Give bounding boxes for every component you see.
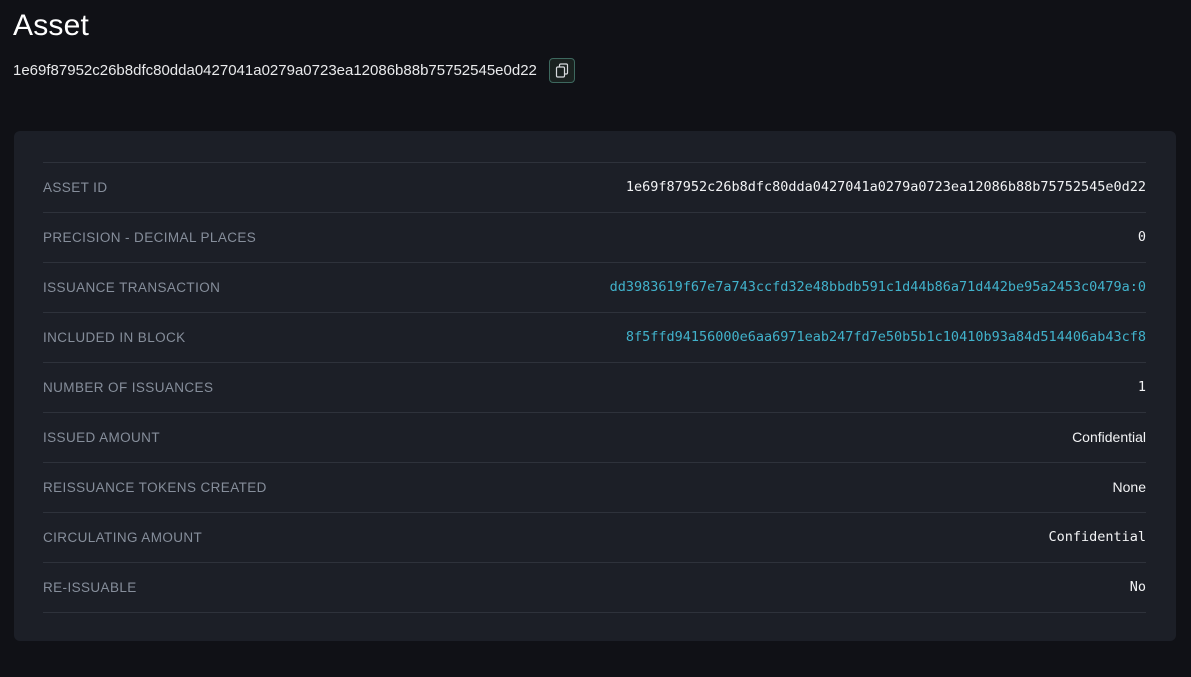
included-in-block-link[interactable]: 8f5ffd94156000e6aa6971eab247fd7e50b5b1c1…: [626, 329, 1146, 345]
page-header: Asset 1e69f87952c26b8dfc80dda0427041a027…: [0, 0, 1191, 83]
row-value: 0: [1138, 229, 1146, 245]
row-value: 1e69f87952c26b8dfc80dda0427041a0279a0723…: [626, 179, 1146, 195]
copy-icon: [555, 63, 569, 78]
row-precision-decimal-places: PRECISION - DECIMAL PLACES 0: [43, 212, 1146, 262]
row-issuance-transaction: ISSUANCE TRANSACTION dd3983619f67e7a743c…: [43, 262, 1146, 312]
row-label: INCLUDED IN BLOCK: [43, 330, 186, 345]
issuance-transaction-link[interactable]: dd3983619f67e7a743ccfd32e48bbdb591c1d44b…: [610, 279, 1146, 295]
row-value: 1: [1138, 379, 1146, 395]
row-label: PRECISION - DECIMAL PLACES: [43, 230, 256, 245]
asset-id-line: 1e69f87952c26b8dfc80dda0427041a0279a0723…: [13, 58, 1177, 83]
row-re-issuable: RE-ISSUABLE No: [43, 562, 1146, 613]
row-label: CIRCULATING AMOUNT: [43, 530, 202, 545]
row-value: Confidential: [1072, 429, 1146, 445]
row-label: NUMBER OF ISSUANCES: [43, 380, 213, 395]
row-issued-amount: ISSUED AMOUNT Confidential: [43, 412, 1146, 462]
row-number-of-issuances: NUMBER OF ISSUANCES 1: [43, 362, 1146, 412]
row-included-in-block: INCLUDED IN BLOCK 8f5ffd94156000e6aa6971…: [43, 312, 1146, 362]
row-label: ISSUED AMOUNT: [43, 430, 160, 445]
row-label: REISSUANCE TOKENS CREATED: [43, 480, 267, 495]
copy-button[interactable]: [549, 58, 575, 83]
page-title: Asset: [13, 6, 1177, 45]
row-label: ASSET ID: [43, 180, 107, 195]
asset-details-table: ASSET ID 1e69f87952c26b8dfc80dda0427041a…: [43, 162, 1146, 613]
row-value: Confidential: [1048, 529, 1146, 545]
row-value: No: [1130, 579, 1146, 595]
row-circulating-amount: CIRCULATING AMOUNT Confidential: [43, 512, 1146, 562]
row-label: ISSUANCE TRANSACTION: [43, 280, 220, 295]
row-reissuance-tokens-created: REISSUANCE TOKENS CREATED None: [43, 462, 1146, 512]
row-asset-id: ASSET ID 1e69f87952c26b8dfc80dda0427041a…: [43, 162, 1146, 212]
asset-details-card: ASSET ID 1e69f87952c26b8dfc80dda0427041a…: [14, 131, 1176, 641]
row-value: None: [1113, 479, 1146, 495]
row-label: RE-ISSUABLE: [43, 580, 137, 595]
asset-id-text: 1e69f87952c26b8dfc80dda0427041a0279a0723…: [13, 62, 537, 79]
